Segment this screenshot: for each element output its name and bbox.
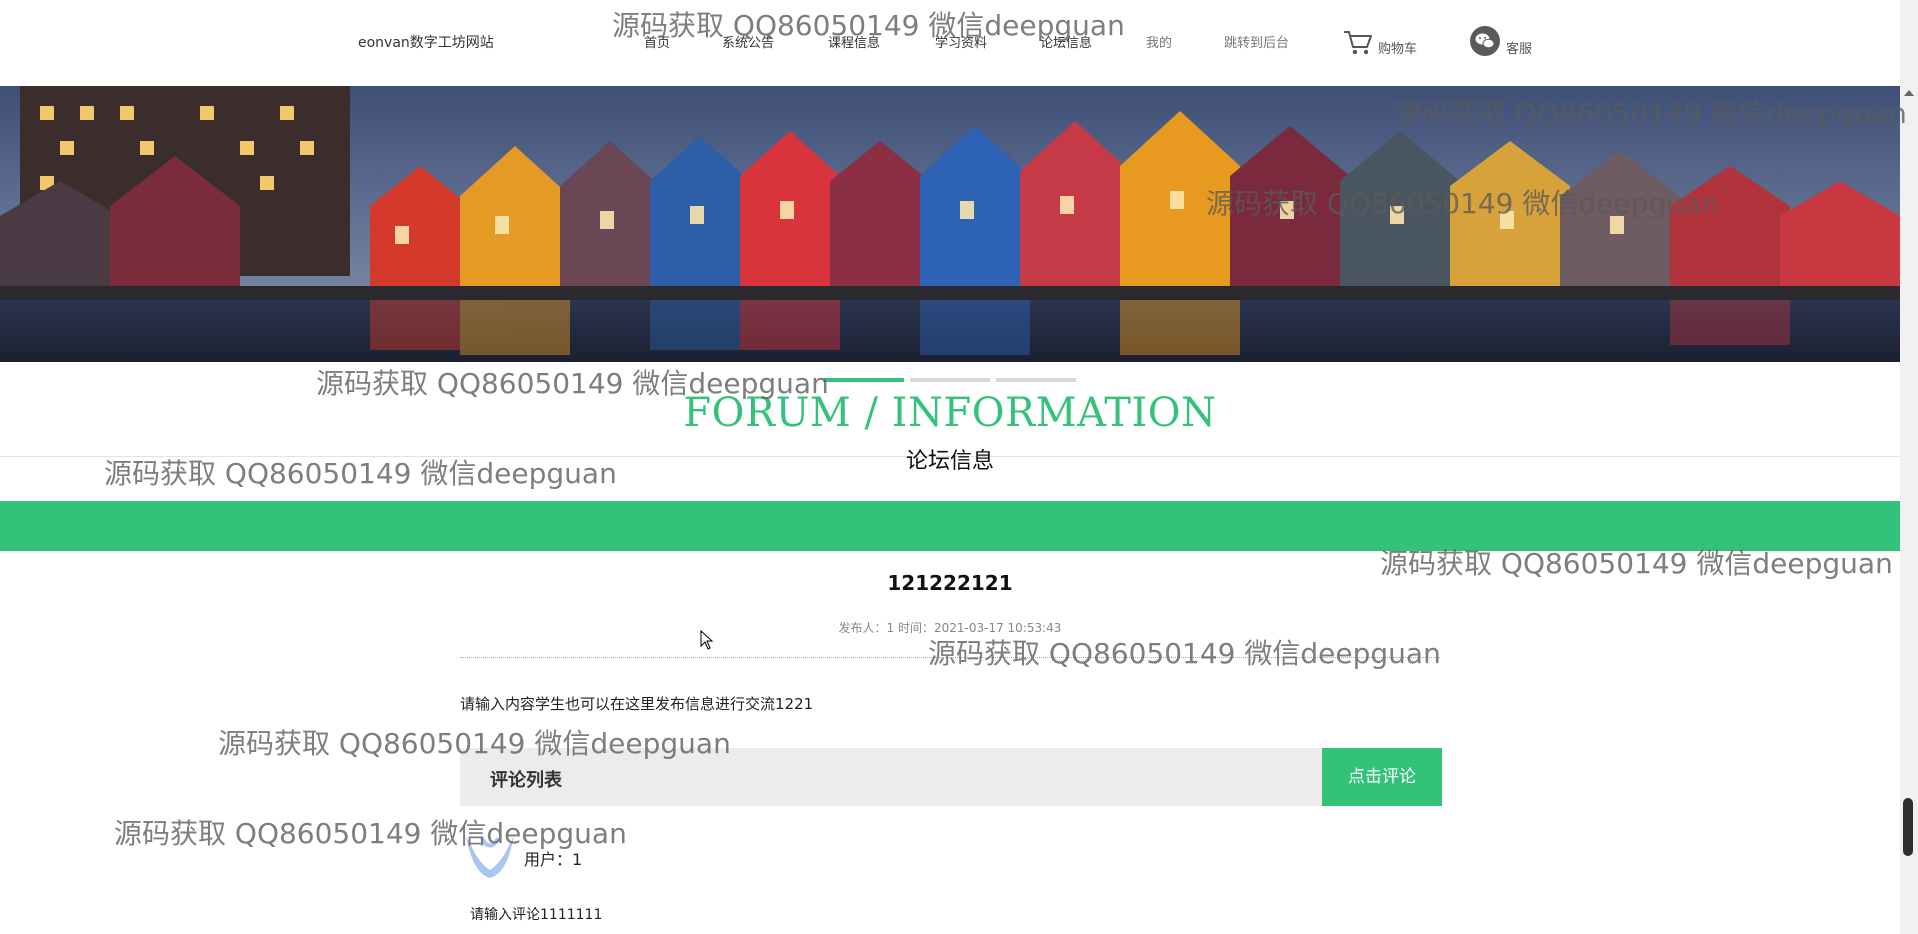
service-label: 客服 <box>1506 42 1533 57</box>
cart-icon <box>1344 31 1372 55</box>
nav-item-home[interactable]: 首页 <box>644 32 670 51</box>
carousel-dot-1[interactable] <box>824 378 904 382</box>
comment-user: 用户：1 <box>524 850 583 869</box>
nav-item-announcements[interactable]: 系统公告 <box>722 32 774 51</box>
carousel-dot-3[interactable] <box>996 378 1076 382</box>
scroll-up-icon[interactable] <box>1904 90 1914 96</box>
scrollbar-thumb[interactable] <box>1903 798 1913 856</box>
site-name[interactable]: eonvan数字工坊网站 <box>358 32 494 52</box>
nav-item-materials[interactable]: 学习资料 <box>935 32 987 51</box>
watermark: 源码获取 QQ86050149 微信deepguan <box>928 637 1441 670</box>
section-title-en: FORUM / INFORMATION <box>683 390 1217 436</box>
post-title: 121222121 <box>887 571 1013 595</box>
add-comment-button[interactable]: 点击评论 <box>1322 748 1442 806</box>
post-content: 请输入内容学生也可以在这里发布信息进行交流1221 <box>460 695 814 713</box>
hero-banner[interactable] <box>0 86 1900 362</box>
post-divider <box>460 657 1440 658</box>
banner-image <box>0 86 1900 362</box>
nav-item-mine[interactable]: 我的 <box>1146 32 1172 51</box>
nav-item-forum[interactable]: 论坛信息 <box>1040 32 1092 51</box>
nav-item-courses[interactable]: 课程信息 <box>828 32 880 51</box>
nav-item-admin[interactable]: 跳转到后台 <box>1224 32 1289 51</box>
site-header: eonvan数字工坊网站 首页 系统公告 课程信息 学习资料 论坛信息 我的 跳… <box>0 0 1900 86</box>
comment-list-label: 评论列表 <box>490 770 562 791</box>
section-title-cn: 论坛信息 <box>905 449 994 474</box>
mouse-cursor-icon <box>700 630 714 650</box>
comment-text: 请输入评论1111111 <box>470 907 603 923</box>
section-bar <box>0 501 1900 551</box>
comment-list-header: 评论列表 <box>460 748 1322 806</box>
wechat-icon <box>1470 26 1500 56</box>
page-scrollbar[interactable] <box>1900 0 1918 934</box>
cart-label: 购物车 <box>1378 42 1418 57</box>
carousel-dot-2[interactable] <box>910 378 990 382</box>
avatar-icon <box>460 830 520 880</box>
post-meta: 发布人：1 时间：2021-03-17 10:53:43 <box>838 621 1062 635</box>
